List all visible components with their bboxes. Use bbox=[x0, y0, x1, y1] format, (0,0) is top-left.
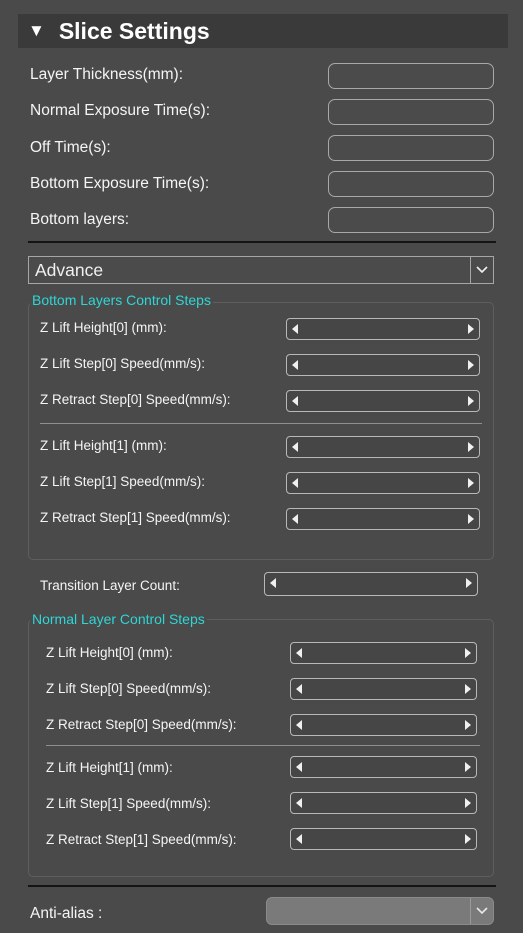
arrow-right-icon[interactable] bbox=[465, 834, 471, 844]
transition-layer-count-spinner[interactable] bbox=[264, 572, 478, 596]
normal-retract-speed-1-spinner[interactable] bbox=[290, 828, 477, 850]
bottom-lift-speed-1-spinner[interactable] bbox=[286, 472, 480, 494]
normal-exposure-label: Normal Exposure Time(s): bbox=[30, 102, 211, 119]
arrow-left-icon[interactable] bbox=[270, 578, 276, 588]
normal-lift-speed-1-spinner[interactable] bbox=[290, 792, 477, 814]
arrow-right-icon[interactable] bbox=[468, 478, 474, 488]
bottom-lift-height-0-spinner[interactable] bbox=[286, 318, 480, 340]
normal-lift-height-1-label: Z Lift Height[1] (mm): bbox=[46, 760, 173, 775]
arrow-right-icon[interactable] bbox=[468, 360, 474, 370]
arrow-right-icon[interactable] bbox=[468, 442, 474, 452]
arrow-left-icon[interactable] bbox=[292, 478, 298, 488]
arrow-right-icon[interactable] bbox=[465, 648, 471, 658]
arrow-left-icon[interactable] bbox=[292, 514, 298, 524]
arrow-right-icon[interactable] bbox=[468, 324, 474, 334]
slice-settings-panel: Layer Thickness(mm): Normal Exposure Tim… bbox=[18, 48, 508, 933]
arrow-left-icon[interactable] bbox=[296, 762, 302, 772]
bottom-lift-height-1-spinner[interactable] bbox=[286, 436, 480, 458]
bottom-lift-height-1-label: Z Lift Height[1] (mm): bbox=[40, 438, 167, 453]
arrow-right-icon[interactable] bbox=[466, 578, 472, 588]
bottom-lift-speed-0-label: Z Lift Step[0] Speed(mm/s): bbox=[40, 356, 206, 371]
bottom-retract-speed-1-label: Z Retract Step[1] Speed(mm/s): bbox=[40, 510, 231, 525]
bottom-steps-title: Bottom Layers Control Steps bbox=[30, 292, 213, 308]
mode-select[interactable]: Advance bbox=[28, 256, 494, 284]
bottom-lift-speed-0-spinner[interactable] bbox=[286, 354, 480, 376]
normal-lift-speed-0-spinner[interactable] bbox=[290, 678, 477, 700]
arrow-left-icon[interactable] bbox=[296, 684, 302, 694]
arrow-right-icon[interactable] bbox=[468, 396, 474, 406]
layer-thickness-field[interactable] bbox=[328, 63, 494, 89]
transition-layer-count-label: Transition Layer Count: bbox=[40, 578, 180, 593]
arrow-left-icon[interactable] bbox=[296, 798, 302, 808]
arrow-right-icon[interactable] bbox=[468, 514, 474, 524]
anti-alias-label: Anti-alias : bbox=[30, 905, 103, 922]
bottom-retract-speed-1-spinner[interactable] bbox=[286, 508, 480, 530]
divider bbox=[28, 241, 496, 243]
normal-retract-speed-0-label: Z Retract Step[0] Speed(mm/s): bbox=[46, 717, 237, 732]
bottom-retract-speed-0-label: Z Retract Step[0] Speed(mm/s): bbox=[40, 392, 231, 407]
off-time-field[interactable] bbox=[328, 135, 494, 161]
bottom-exposure-field[interactable] bbox=[328, 171, 494, 197]
bottom-retract-speed-0-spinner[interactable] bbox=[286, 390, 480, 412]
normal-steps-title: Normal Layer Control Steps bbox=[30, 611, 207, 627]
bottom-lift-height-0-label: Z Lift Height[0] (mm): bbox=[40, 320, 167, 335]
bottom-lift-speed-1-label: Z Lift Step[1] Speed(mm/s): bbox=[40, 474, 206, 489]
normal-lift-height-0-label: Z Lift Height[0] (mm): bbox=[46, 645, 173, 660]
arrow-right-icon[interactable] bbox=[465, 762, 471, 772]
mode-select-value: Advance bbox=[35, 259, 104, 280]
group-divider bbox=[40, 423, 482, 424]
section-title: Slice Settings bbox=[58, 17, 210, 44]
chevron-down-icon[interactable] bbox=[470, 257, 493, 283]
arrow-right-icon[interactable] bbox=[465, 798, 471, 808]
off-time-label: Off Time(s): bbox=[30, 139, 111, 156]
arrow-right-icon[interactable] bbox=[465, 684, 471, 694]
arrow-left-icon[interactable] bbox=[292, 442, 298, 452]
arrow-left-icon[interactable] bbox=[292, 324, 298, 334]
divider bbox=[28, 885, 496, 887]
normal-exposure-field[interactable] bbox=[328, 99, 494, 125]
bottom-layers-field[interactable] bbox=[328, 207, 494, 233]
group-divider bbox=[46, 745, 480, 746]
normal-lift-speed-0-label: Z Lift Step[0] Speed(mm/s): bbox=[46, 681, 212, 696]
arrow-right-icon[interactable] bbox=[465, 720, 471, 730]
normal-lift-height-1-spinner[interactable] bbox=[290, 756, 477, 778]
collapse-triangle-icon[interactable]: ▼ bbox=[28, 21, 45, 41]
normal-retract-speed-1-label: Z Retract Step[1] Speed(mm/s): bbox=[46, 832, 237, 847]
normal-lift-height-0-spinner[interactable] bbox=[290, 642, 477, 664]
arrow-left-icon[interactable] bbox=[296, 720, 302, 730]
layer-thickness-label: Layer Thickness(mm): bbox=[30, 66, 184, 83]
normal-lift-speed-1-label: Z Lift Step[1] Speed(mm/s): bbox=[46, 796, 212, 811]
normal-retract-speed-0-spinner[interactable] bbox=[290, 714, 477, 736]
bottom-layers-label: Bottom layers: bbox=[30, 211, 130, 228]
arrow-left-icon[interactable] bbox=[292, 360, 298, 370]
bottom-exposure-label: Bottom Exposure Time(s): bbox=[30, 175, 210, 192]
anti-alias-select[interactable] bbox=[266, 897, 494, 925]
slice-settings-header[interactable]: ▼ Slice Settings bbox=[18, 14, 508, 48]
arrow-left-icon[interactable] bbox=[292, 396, 298, 406]
arrow-left-icon[interactable] bbox=[296, 834, 302, 844]
chevron-down-icon[interactable] bbox=[470, 898, 493, 924]
arrow-left-icon[interactable] bbox=[296, 648, 302, 658]
